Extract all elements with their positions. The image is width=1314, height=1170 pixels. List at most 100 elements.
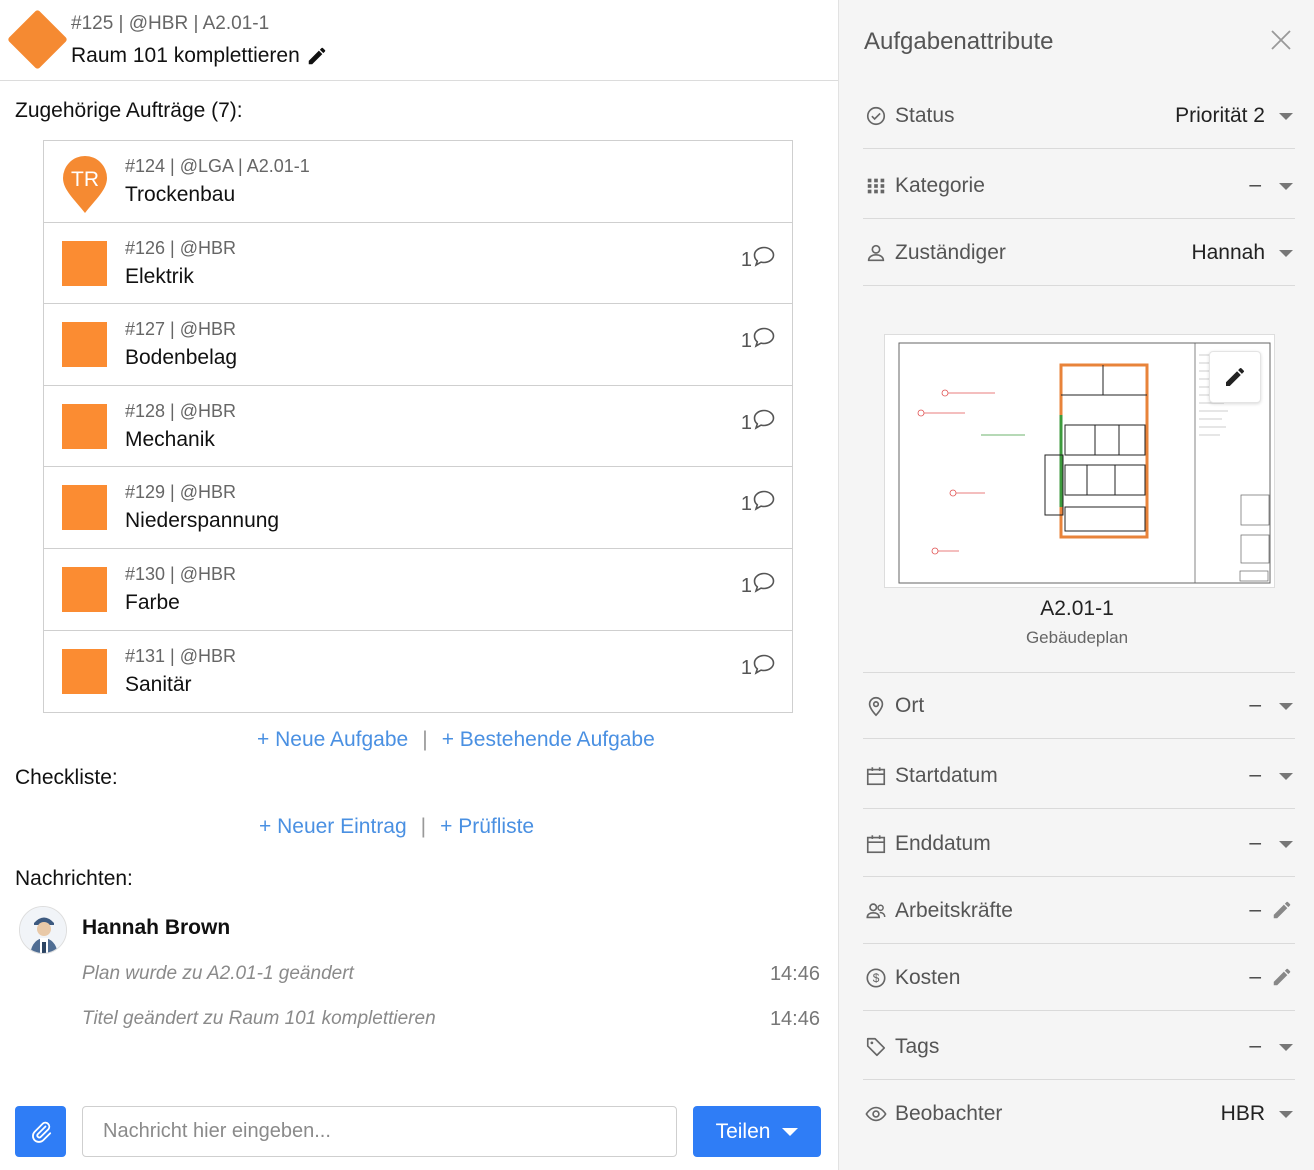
edit-pencil-icon[interactable] [1271,966,1293,988]
list-item[interactable]: #126 | @HBR Elektrik 1 [44,223,792,305]
edit-pencil-icon[interactable] [306,45,328,67]
list-item[interactable]: #128 | @HBR Mechanik 1 [44,386,792,468]
task-actions: + Neue Aufgabe | + Bestehende Aufgabe [257,728,655,752]
grid-icon [867,178,885,194]
plan-name: A2.01-1 [1040,597,1114,620]
comment-count-value: 1 [740,656,752,679]
edit-pencil-icon[interactable] [1271,899,1293,921]
link-separator: | [422,728,428,751]
attr-value: HBR [1220,1102,1265,1125]
attr-value: – [1249,763,1261,786]
existing-task-link[interactable]: + Bestehende Aufgabe [442,728,655,752]
list-item[interactable]: TR #124 | @LGA | A2.01-1 Trockenbau [44,141,792,223]
attr-workers[interactable]: Arbeitskräfte – [863,878,1295,944]
related-orders-list: TR #124 | @LGA | A2.01-1 Trockenbau #126… [43,140,793,714]
message-time: 14:46 [769,1008,820,1030]
chevron-down-icon [1279,841,1293,848]
chevron-down-icon [1279,773,1293,780]
task-type-diamond-icon [7,9,68,70]
avatar [19,906,67,954]
attr-value: – [1249,1034,1261,1057]
message-composer: Teilen [0,1106,838,1158]
order-meta: #124 | @LGA | A2.01-1 [125,156,310,176]
attr-label: Arbeitskräfte [895,899,1013,922]
calendar-icon [866,835,886,854]
order-meta: #131 | @HBR [125,645,236,666]
attr-category[interactable]: Kategorie – [863,153,1295,219]
comment-count: 1 [740,409,776,435]
attr-assignee[interactable]: Zuständiger Hannah [863,220,1295,286]
task-title-text: Raum 101 komplettieren [71,44,300,67]
comment-bubble-icon [753,572,775,593]
attr-tags[interactable]: Tags – [863,1014,1295,1080]
comment-count: 1 [740,654,776,680]
attr-value: Priorität 2 [1175,104,1265,127]
people-icon [866,903,886,919]
edit-pencil-icon [1226,367,1245,386]
task-square-icon [62,648,107,694]
attr-start-date[interactable]: Startdatum – [863,743,1295,809]
comment-count: 1 [741,246,776,272]
eye-icon [865,1106,887,1122]
comment-count-value: 1 [740,411,752,434]
order-name: Sanitär [125,672,192,696]
share-button[interactable]: Teilen [693,1106,821,1157]
task-title[interactable]: Raum 101 komplettieren [71,44,328,68]
task-square-icon [62,240,107,286]
check-circle-icon [866,106,886,126]
list-item[interactable]: #131 | @HBR Sanitär 1 [44,631,792,713]
attr-status[interactable]: Status Priorität 2 [863,83,1295,149]
new-entry-link[interactable]: + Neuer Eintrag [259,815,407,839]
svg-text:$: $ [873,971,880,985]
comment-count: 1 [741,327,776,353]
checklist-link[interactable]: + Prüfliste [440,815,534,839]
attr-watchers[interactable]: Beobachter HBR [863,1081,1295,1147]
list-item[interactable]: #127 | @HBR Bodenbelag 1 [44,304,792,386]
attr-label: Zuständiger [895,241,1006,264]
new-task-link[interactable]: + Neue Aufgabe [257,728,408,752]
order-meta: #130 | @HBR [125,563,236,584]
attr-location[interactable]: Ort – [863,673,1295,739]
order-name: Mechanik [125,427,215,451]
task-square-icon [62,403,107,449]
comment-bubble-icon [753,409,775,430]
paperclip-icon [31,1121,51,1143]
message-text: Titel geändert zu Raum 101 komplettieren [82,1008,436,1029]
attr-value: – [1249,965,1261,988]
comment-bubble-icon [753,246,775,267]
attr-label: Kosten [895,966,961,989]
attr-end-date[interactable]: Enddatum – [863,811,1295,877]
task-square-icon [62,322,107,368]
message-input[interactable] [82,1106,677,1157]
attr-label: Beobachter [895,1102,1003,1125]
task-square-icon [62,566,107,612]
plan-thumbnail[interactable] [884,334,1275,588]
share-button-label: Teilen [715,1119,771,1143]
chevron-down-icon [1279,1044,1293,1051]
attr-cost[interactable]: $ Kosten – [863,945,1295,1011]
attr-label: Kategorie [895,174,985,197]
message-text: Plan wurde zu A2.01-1 geändert [82,963,354,984]
attr-label: Status [895,104,955,127]
comment-bubble-icon [753,491,775,512]
attr-value: – [1249,173,1261,196]
close-icon[interactable] [1269,28,1293,52]
checklist-label: Checkliste: [15,766,118,789]
comment-count: 1 [741,491,776,516]
attr-value: – [1249,898,1261,921]
chevron-down-icon [782,1127,799,1136]
location-pin-icon: TR [63,156,107,213]
chevron-down-icon [1279,183,1293,190]
order-name: Niederspannung [125,509,280,533]
chevron-down-icon [1279,703,1293,710]
pin-badge-text: TR [71,168,99,191]
panel-title: Aufgabenattribute [864,28,1054,55]
list-item[interactable]: #130 | @HBR Farbe 1 [44,549,792,631]
related-orders-label: Zugehörige Aufträge (7): [15,99,243,122]
order-name: Farbe [125,590,180,614]
list-item[interactable]: #129 | @HBR Niederspannung 1 [44,467,792,549]
edit-plan-button[interactable] [1209,351,1261,403]
task-meta: #125 | @HBR | A2.01-1 [71,13,270,34]
plan-type: Gebäudeplan [1025,628,1129,647]
attach-button[interactable] [15,1106,66,1157]
